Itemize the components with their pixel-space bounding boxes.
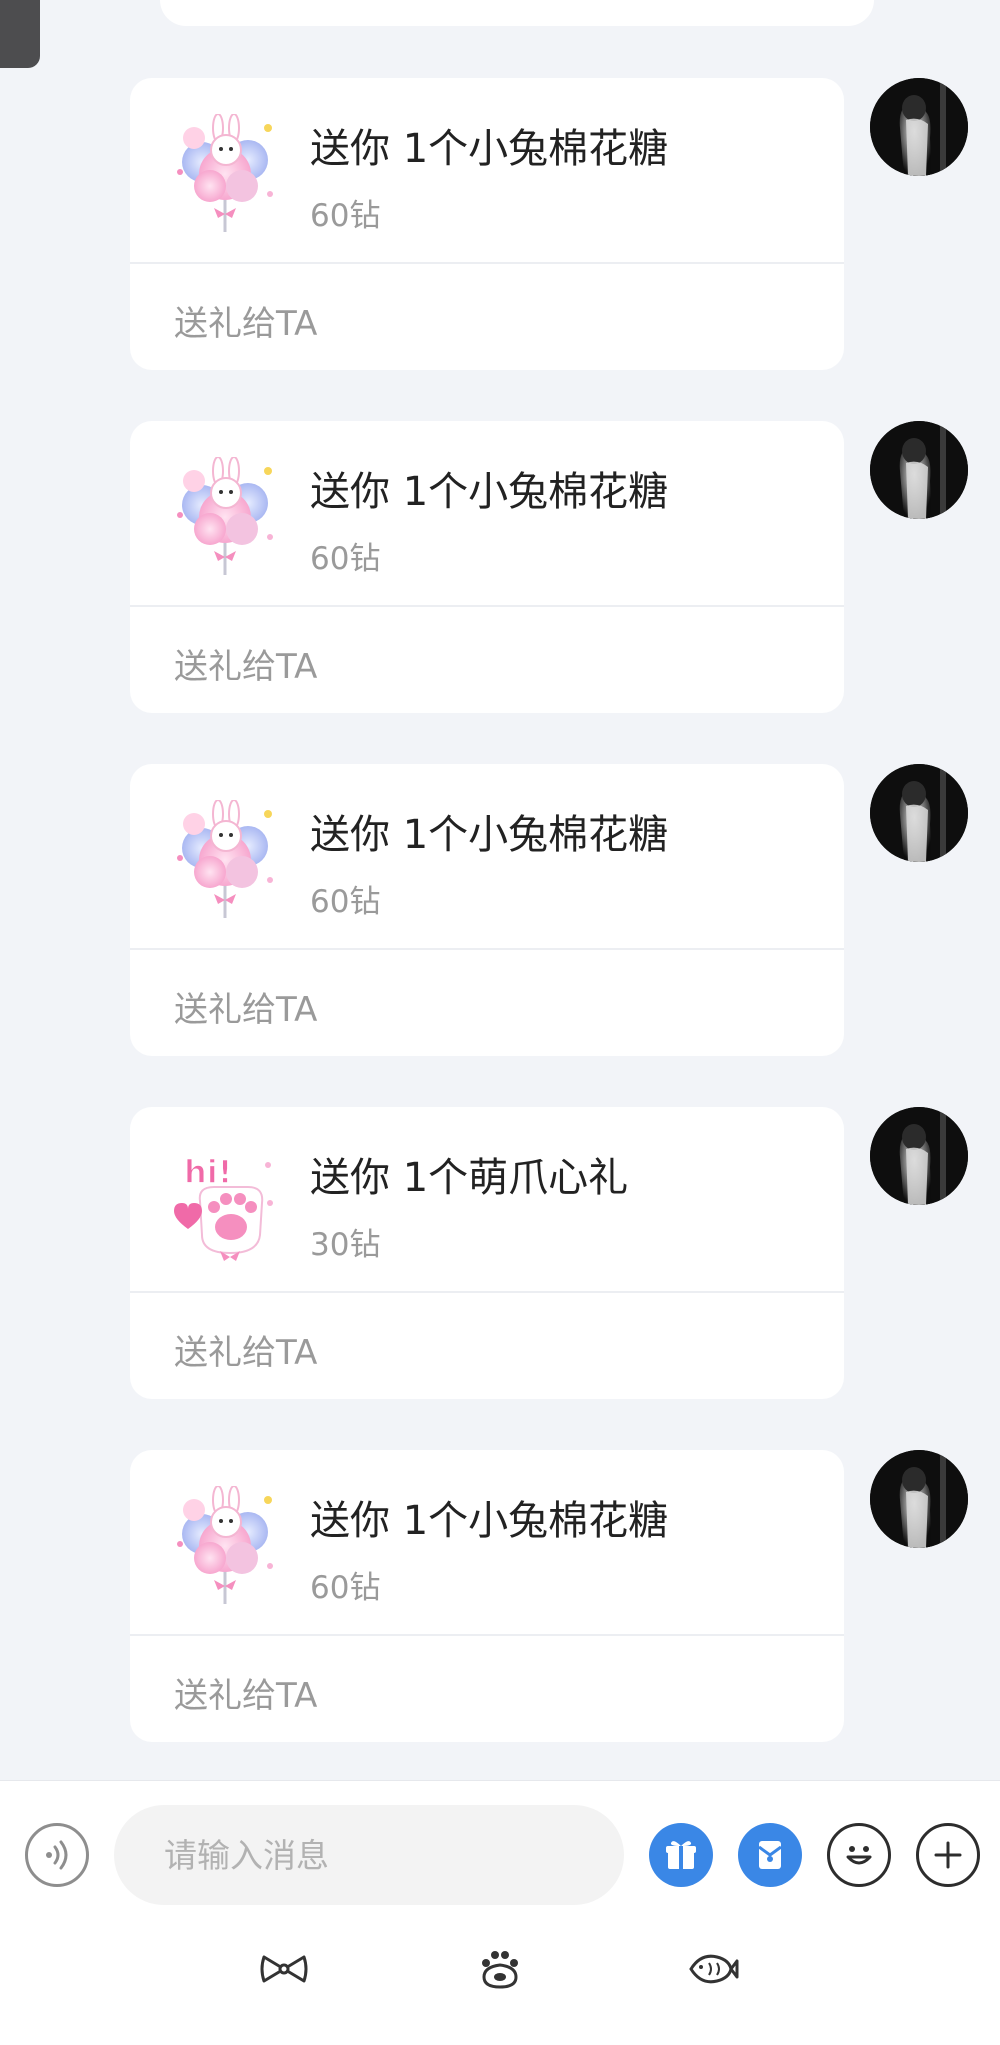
paw-heart-icon: hi! xyxy=(170,1143,280,1263)
gift-title: 送你 1个小兔棉花糖 xyxy=(310,126,669,172)
bunny-cotton-candy-icon xyxy=(170,456,280,577)
gift-title: 送你 1个小兔棉花糖 xyxy=(310,812,669,858)
emoji-icon[interactable] xyxy=(827,1823,891,1887)
avatar[interactable] xyxy=(870,421,968,519)
gift-title: 送你 1个萌爪心礼 xyxy=(310,1155,629,1201)
message-row: 送你 1个小兔棉花糖 60钻 送礼给TA xyxy=(0,78,1000,370)
bunny-cotton-candy-icon xyxy=(170,1485,280,1606)
message-row: 送你 1个小兔棉花糖 60钻 送礼给TA xyxy=(0,421,1000,713)
gift-price: 60钻 xyxy=(310,198,381,234)
input-bar xyxy=(0,1780,1000,2045)
bunny-cotton-candy-icon xyxy=(170,799,280,920)
fish-icon[interactable] xyxy=(683,1943,743,1995)
voice-icon[interactable] xyxy=(25,1823,89,1887)
gift-price: 30钻 xyxy=(310,1227,381,1263)
gift-card[interactable]: 送你 1个小兔棉花糖 60钻 送礼给TA xyxy=(130,1450,844,1742)
bow-icon[interactable] xyxy=(254,1943,314,1995)
send-gift-link[interactable]: 送礼给TA xyxy=(174,1325,317,1374)
paw-icon[interactable] xyxy=(470,1943,530,1995)
plus-icon[interactable] xyxy=(916,1823,980,1887)
gift-card-header: 送你 1个小兔棉花糖 60钻 xyxy=(130,1450,844,1636)
gift-card[interactable]: 送你 1个小兔棉花糖 60钻 送礼给TA xyxy=(130,764,844,1056)
gift-card-header: 送你 1个小兔棉花糖 60钻 xyxy=(130,421,844,607)
send-gift-link[interactable]: 送礼给TA xyxy=(174,296,317,345)
avatar[interactable] xyxy=(870,1450,968,1548)
message-row: 送你 1个小兔棉花糖 60钻 送礼给TA xyxy=(0,764,1000,1056)
send-gift-link[interactable]: 送礼给TA xyxy=(174,1668,317,1717)
gift-card-header: hi! 送你 1个萌爪心礼 30钻 xyxy=(130,1107,844,1293)
send-gift-link[interactable]: 送礼给TA xyxy=(174,639,317,688)
avatar[interactable] xyxy=(870,764,968,862)
gift-title: 送你 1个小兔棉花糖 xyxy=(310,1498,669,1544)
avatar[interactable] xyxy=(870,1107,968,1205)
gift-card[interactable]: hi! 送你 1个萌爪心礼 30钻 送礼给TA xyxy=(130,1107,844,1399)
gift-card-header: 送你 1个小兔棉花糖 60钻 xyxy=(130,764,844,950)
message-row: 送你 1个小兔棉花糖 60钻 送礼给TA xyxy=(0,1450,1000,1742)
paw-gift-hi-label: hi! xyxy=(184,1153,232,1191)
message-row: hi! 送你 1个萌爪心礼 30钻 送礼给TA xyxy=(0,1107,1000,1399)
gift-card[interactable]: 送你 1个小兔棉花糖 60钻 送礼给TA xyxy=(130,78,844,370)
gift-price: 60钻 xyxy=(310,884,381,920)
send-gift-link[interactable]: 送礼给TA xyxy=(174,982,317,1031)
gift-card-header: 送你 1个小兔棉花糖 60钻 xyxy=(130,78,844,264)
gift-card[interactable]: 送你 1个小兔棉花糖 60钻 送礼给TA xyxy=(130,421,844,713)
gift-icon[interactable] xyxy=(649,1823,713,1887)
gift-title: 送你 1个小兔棉花糖 xyxy=(310,469,669,515)
gift-price: 60钻 xyxy=(310,1570,381,1606)
message-input[interactable] xyxy=(114,1805,624,1905)
avatar[interactable] xyxy=(870,78,968,176)
gift-price: 60钻 xyxy=(310,541,381,577)
bunny-cotton-candy-icon xyxy=(170,113,280,234)
red-packet-icon[interactable] xyxy=(738,1823,802,1887)
message-list: 送你 1个小兔棉花糖 60钻 送礼给TA 送你 1个小兔棉花糖 60钻 送礼给T… xyxy=(0,0,1000,1780)
